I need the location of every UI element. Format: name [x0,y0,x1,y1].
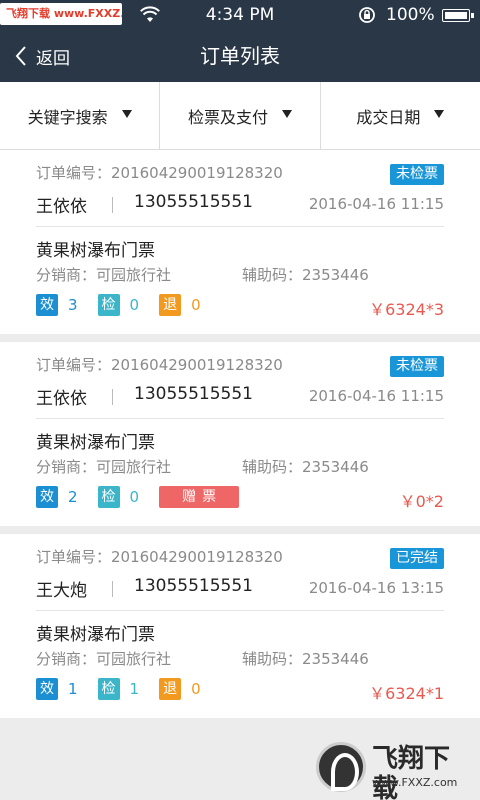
back-label: 返回 [36,48,70,69]
order-date: 2016-04-16 11:15 [308,195,444,213]
checked-count: 0 [129,296,140,314]
status-badge: 未检票 [390,356,444,377]
nav-bar: 返回 订单列表 [0,30,480,82]
order-price: ￥6324*3 [369,300,444,319]
logo-url: www.FXXZ.com [372,776,458,789]
aux-code: 辅助码：2353446 [242,650,369,668]
gift-ticket-badge: 赠票 [159,486,240,508]
valid-count: 3 [68,296,78,314]
valid-badge: 效 [36,678,58,700]
rotation-lock-icon [359,7,375,23]
product-name: 黄果树瀑布门票 [36,625,155,645]
filter-label: 关键字搜索 [27,107,108,127]
product-name: 黄果树瀑布门票 [36,433,155,453]
ticket-counts: 效 3 检 0 退 0 [36,294,221,316]
back-button[interactable]: 返回 [14,30,70,82]
order-number: 订单编号：201604290019128320 [36,164,283,182]
order-price: ￥6324*1 [369,684,444,703]
aux-code: 辅助码：2353446 [242,458,369,476]
filter-deal-date[interactable]: 成交日期 [321,82,480,149]
divider [112,581,113,597]
valid-badge: 效 [36,486,58,508]
checked-badge: 检 [97,486,120,508]
distributor: 分销商：可园旅行社 [36,266,172,284]
page-title: 订单列表 [200,44,280,68]
checked-badge: 检 [97,294,120,316]
battery-percent: 100% [386,5,435,25]
status-bar: 飞翔下载 www.FXXZ.com 4:34 PM 100% [0,0,480,30]
checked-count: 1 [129,680,140,698]
valid-badge: 效 [36,294,58,316]
checked-badge: 检 [97,678,120,700]
divider [112,197,113,213]
caret-down-icon [282,109,292,118]
divider [112,389,113,405]
order-price: ￥0*2 [399,492,444,511]
valid-count: 2 [68,488,78,506]
customer-phone: 13055515551 [134,576,253,596]
customer-name: 王依依 [36,389,87,409]
filter-label: 检票及支付 [187,107,268,127]
refund-badge: 退 [159,294,182,316]
aux-code: 辅助码：2353446 [242,266,369,284]
chevron-left-icon [15,46,26,66]
customer-phone: 13055515551 [134,384,253,404]
customer-name: 王大炮 [36,581,87,601]
valid-count: 1 [68,680,78,698]
product-name: 黄果树瀑布门票 [36,241,155,261]
refund-count: 0 [191,296,201,314]
order-date: 2016-04-16 11:15 [308,387,444,405]
watermark-logo: 飞翔下载 www.FXXZ.com [316,742,472,800]
ticket-counts: 效 1 检 1 退 0 [36,678,221,700]
filter-keyword-search[interactable]: 关键字搜索 [0,82,161,149]
distributor: 分销商：可园旅行社 [36,458,172,476]
status-badge: 未检票 [390,164,444,185]
caret-down-icon [434,109,445,118]
filter-label: 成交日期 [356,107,421,127]
filter-bar: 关键字搜索 检票及支付 成交日期 [0,82,480,150]
filter-check-payment[interactable]: 检票及支付 [160,82,321,149]
order-card[interactable]: 订单编号：201604290019128320 未检票 王依依 13055515… [0,150,480,334]
caret-down-icon [121,109,132,118]
order-date: 2016-04-16 13:15 [308,579,444,597]
distributor: 分销商：可园旅行社 [36,650,172,668]
order-number: 订单编号：201604290019128320 [36,548,283,566]
divider [36,418,444,419]
status-badge: 已完结 [390,548,444,569]
order-card[interactable]: 订单编号：201604290019128320 已完结 王大炮 13055515… [0,534,480,718]
order-card[interactable]: 订单编号：201604290019128320 未检票 王依依 13055515… [0,342,480,526]
customer-phone: 13055515551 [134,192,253,212]
ticket-counts: 效 2 检 0 赠票 [36,486,240,508]
refund-count: 0 [191,680,201,698]
divider [36,226,444,227]
divider [36,610,444,611]
order-number: 订单编号：201604290019128320 [36,356,283,374]
logo-icon [316,742,366,792]
logo-text: 飞翔下载 [372,744,451,800]
checked-count: 0 [129,488,140,506]
customer-name: 王依依 [36,197,87,217]
battery-icon [442,9,474,22]
refund-badge: 退 [159,678,182,700]
